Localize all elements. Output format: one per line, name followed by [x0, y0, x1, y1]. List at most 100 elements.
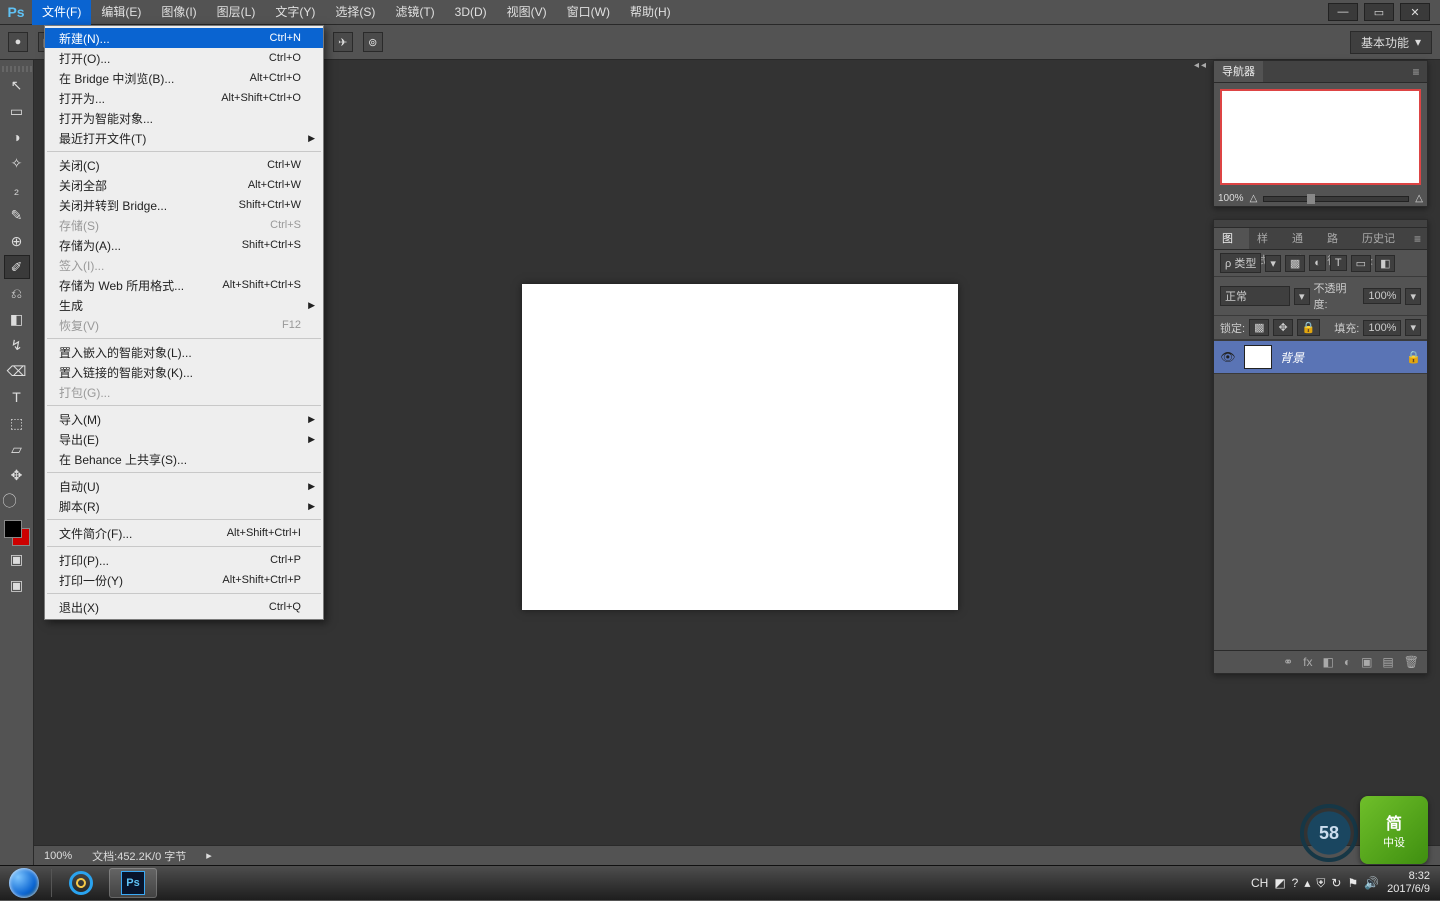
tool-11[interactable]: ⌫ [4, 359, 30, 383]
filter-pixel-icon[interactable]: ▩ [1285, 255, 1305, 272]
file-menu-打开(O)...[interactable]: 打开(O)...Ctrl+O [45, 48, 323, 68]
group-icon[interactable]: ▣ [1361, 655, 1372, 669]
file-menu-在 Bridge 中浏览(B)...[interactable]: 在 Bridge 中浏览(B)...Alt+Ctrl+O [45, 68, 323, 88]
zoom-in-icon[interactable]: △ [1415, 193, 1423, 204]
new-layer-icon[interactable]: ▤ [1382, 655, 1393, 669]
tab-图层[interactable]: 图层 [1214, 228, 1249, 249]
menu-编辑(E)[interactable]: 编辑(E) [91, 0, 151, 25]
menu-图层(L)[interactable]: 图层(L) [207, 0, 266, 25]
tray-shield-icon[interactable]: ⛨ [1316, 876, 1325, 891]
tab-路径[interactable]: 路径 [1319, 228, 1354, 249]
layer-fx-icon[interactable]: fx [1303, 655, 1312, 669]
tool-14[interactable]: ▱ [4, 437, 30, 461]
blend-dropdown-icon[interactable]: ▾ [1294, 288, 1310, 305]
menu-滤镜(T)[interactable]: 滤镜(T) [385, 0, 444, 25]
file-menu-新建(N)...[interactable]: 新建(N)...Ctrl+N [45, 28, 323, 48]
document-canvas[interactable] [522, 284, 958, 610]
file-menu-关闭(C)[interactable]: 关闭(C)Ctrl+W [45, 155, 323, 175]
taskbar-clock[interactable]: 8:32 2017/6/9 [1387, 870, 1430, 896]
doc-size-readout[interactable]: 文档:452.2K/0 字节 [92, 848, 186, 864]
window-minimize-button[interactable]: — [1328, 3, 1358, 21]
tray-icon-1[interactable]: ◩ [1274, 876, 1285, 890]
tool-5[interactable]: ✎ [4, 203, 30, 227]
lock-pixels-icon[interactable]: ▩ [1249, 319, 1269, 336]
corner-app-widget[interactable]: 简 中设 [1360, 796, 1428, 864]
workspace-switcher[interactable]: 基本功能 ▾ [1350, 31, 1432, 54]
file-menu-生成[interactable]: 生成▶ [45, 295, 323, 315]
menu-窗口(W)[interactable]: 窗口(W) [557, 0, 620, 25]
layer-opacity-dropdown-icon[interactable]: ▾ [1405, 288, 1421, 305]
taskbar-app-ie[interactable] [57, 868, 105, 898]
tool-9[interactable]: ◧ [4, 307, 30, 331]
filter-smart-icon[interactable]: ◧ [1375, 255, 1395, 272]
accelerator-widget[interactable]: 58 [1300, 804, 1358, 862]
file-menu-打开为...[interactable]: 打开为...Alt+Shift+Ctrl+O [45, 88, 323, 108]
zoom-out-icon[interactable]: △ [1250, 193, 1258, 204]
foreground-color-swatch[interactable] [4, 520, 22, 538]
tool-0[interactable]: ↖ [4, 73, 30, 97]
menu-视图(V)[interactable]: 视图(V) [497, 0, 557, 25]
tray-volume-icon[interactable]: 🔊 [1364, 876, 1379, 890]
lock-position-icon[interactable]: ✥ [1273, 319, 1292, 336]
file-menu-置入嵌入的智能对象(L)...[interactable]: 置入嵌入的智能对象(L)... [45, 342, 323, 362]
layer-thumbnail[interactable] [1244, 345, 1272, 369]
panel-menu-icon[interactable]: ≡ [1405, 61, 1427, 82]
navigator-thumbnail[interactable] [1220, 89, 1421, 185]
menu-文字(Y)[interactable]: 文字(Y) [265, 0, 325, 25]
file-menu-文件简介(F)...[interactable]: 文件简介(F)...Alt+Shift+Ctrl+I [45, 523, 323, 543]
tab-通道[interactable]: 通道 [1284, 228, 1319, 249]
layer-mask-icon[interactable]: ◧ [1322, 655, 1333, 669]
file-menu-最近打开文件(T)[interactable]: 最近打开文件(T)▶ [45, 128, 323, 148]
delete-layer-icon[interactable]: 🗑 [1404, 655, 1419, 669]
file-menu-脚本(R)[interactable]: 脚本(R)▶ [45, 496, 323, 516]
color-swatch[interactable] [4, 520, 30, 546]
link-layers-icon[interactable]: ⚭ [1283, 655, 1293, 669]
blend-mode-select[interactable]: 正常 [1220, 286, 1290, 306]
tool-4[interactable]: ₂ [4, 177, 30, 201]
file-menu-打印一份(Y)[interactable]: 打印一份(Y)Alt+Shift+Ctrl+P [45, 570, 323, 590]
navigator-zoom-slider[interactable] [1263, 196, 1409, 202]
toolbar-grip[interactable] [2, 66, 32, 72]
tray-icon-2[interactable]: ? [1292, 876, 1299, 890]
file-menu-导入(M)[interactable]: 导入(M)▶ [45, 409, 323, 429]
tool-8[interactable]: ⎌ [4, 281, 30, 305]
file-menu-打开为智能对象...[interactable]: 打开为智能对象... [45, 108, 323, 128]
taskbar-app-photoshop[interactable]: Ps [109, 868, 157, 898]
tool-6[interactable]: ⊕ [4, 229, 30, 253]
file-menu-存储为(A)...[interactable]: 存储为(A)...Shift+Ctrl+S [45, 235, 323, 255]
statusbar-arrow-icon[interactable]: ▸ [206, 849, 212, 862]
tab-样式[interactable]: 样式 [1249, 228, 1284, 249]
tool-7[interactable]: ✐ [4, 255, 30, 279]
layer-name-label[interactable]: 背景 [1280, 349, 1304, 366]
tool-1[interactable]: ▭ [4, 99, 30, 123]
layer-opacity-value[interactable]: 100% [1363, 288, 1401, 304]
file-menu-退出(X)[interactable]: 退出(X)Ctrl+Q [45, 597, 323, 617]
file-menu-导出(E)[interactable]: 导出(E)▶ [45, 429, 323, 449]
layer-row-background[interactable]: 👁 背景 🔒 [1214, 340, 1427, 374]
menu-文件(F)[interactable]: 文件(F) [32, 0, 91, 25]
menu-图像(I)[interactable]: 图像(I) [151, 0, 206, 25]
quickmask-icon[interactable]: ▣ [4, 547, 30, 571]
adjustment-layer-icon[interactable]: ◐ [1344, 655, 1351, 669]
layers-panel-menu-icon[interactable]: ≡ [1408, 228, 1427, 249]
menu-帮助(H)[interactable]: 帮助(H) [620, 0, 681, 25]
tool-15[interactable]: ✥ [4, 463, 30, 487]
menu-选择(S)[interactable]: 选择(S) [325, 0, 385, 25]
file-menu-自动(U)[interactable]: 自动(U)▶ [45, 476, 323, 496]
filter-shape-icon[interactable]: ▭ [1351, 255, 1371, 272]
window-maximize-button[interactable]: ▭ [1364, 3, 1394, 21]
tray-sync-icon[interactable]: ↻ [1331, 876, 1341, 890]
filter-adjust-icon[interactable]: ◐ [1309, 255, 1326, 271]
file-menu-打印(P)...[interactable]: 打印(P)...Ctrl+P [45, 550, 323, 570]
file-menu-在 Behance 上共享(S)...[interactable]: 在 Behance 上共享(S)... [45, 449, 323, 469]
tool-16[interactable]: ⃝ [4, 489, 30, 513]
file-menu-关闭并转到 Bridge...[interactable]: 关闭并转到 Bridge...Shift+Ctrl+W [45, 195, 323, 215]
tool-3[interactable]: ✧ [4, 151, 30, 175]
menu-3D(D)[interactable]: 3D(D) [445, 0, 497, 25]
tab-navigator[interactable]: 导航器 [1214, 61, 1263, 82]
lock-all-icon[interactable]: 🔒 [1297, 319, 1321, 336]
airbrush-icon[interactable]: ✈ [333, 32, 353, 52]
zoom-readout[interactable]: 100% [44, 850, 72, 862]
panel-collapse-icon[interactable]: ◂◂ [1194, 60, 1208, 71]
brush-preset-icon[interactable]: ● [8, 32, 28, 52]
